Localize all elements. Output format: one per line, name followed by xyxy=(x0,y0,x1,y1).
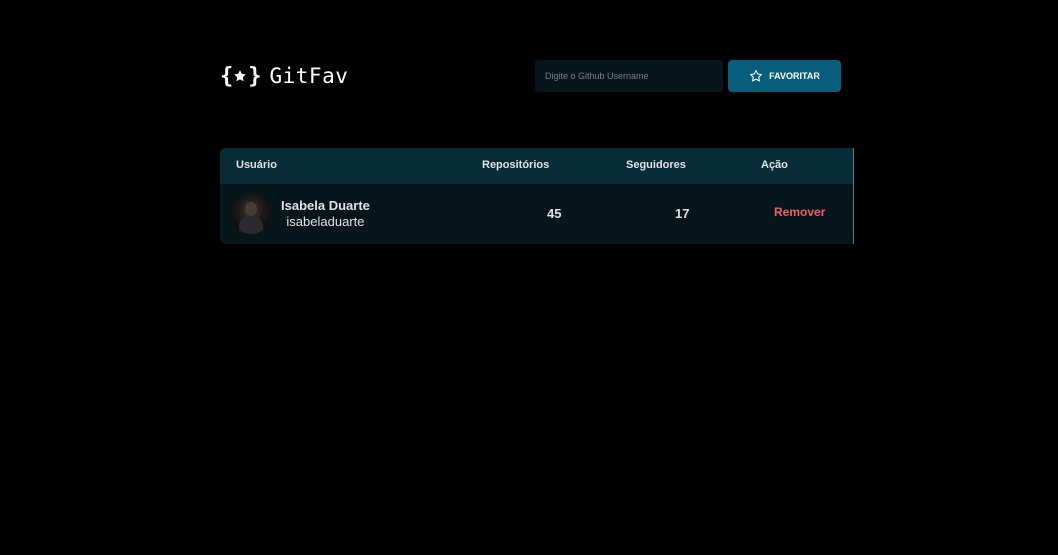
column-header-action: Ação xyxy=(761,159,788,172)
logo-text: GitFav xyxy=(269,64,349,88)
column-header-followers: Seguidores xyxy=(626,159,686,172)
followers-count: 17 xyxy=(675,206,690,222)
remove-button[interactable]: Remover xyxy=(774,205,825,219)
favorites-table: Usuário Repositórios Seguidores Ação Isa… xyxy=(220,148,854,244)
favorite-button-label: FAVORITAR xyxy=(769,71,820,81)
app: {} GitFav FAVORITAR Usuário Repositórios… xyxy=(0,0,1058,555)
star-outline-icon xyxy=(750,69,763,82)
user-cell: Isabela Duarte isabeladuarte xyxy=(220,193,482,234)
avatar xyxy=(231,193,271,234)
favorite-button[interactable]: FAVORITAR xyxy=(728,60,841,92)
table-row: Isabela Duarte isabeladuarte 45 17 Remov… xyxy=(220,183,853,244)
user-login: isabeladuarte xyxy=(286,214,365,230)
braces-star-icon: {} xyxy=(220,63,261,89)
column-header-user: Usuário xyxy=(236,159,277,172)
user-name: Isabela Duarte xyxy=(281,198,370,214)
header: {} GitFav FAVORITAR xyxy=(220,60,853,92)
column-header-repositories: Repositórios xyxy=(482,159,550,172)
repositories-count: 45 xyxy=(547,206,562,222)
logo: {} GitFav xyxy=(220,62,348,90)
username-search-input[interactable] xyxy=(535,60,723,92)
table-header-row: Usuário Repositórios Seguidores Ação xyxy=(220,148,853,183)
search-bar: FAVORITAR xyxy=(535,60,841,92)
